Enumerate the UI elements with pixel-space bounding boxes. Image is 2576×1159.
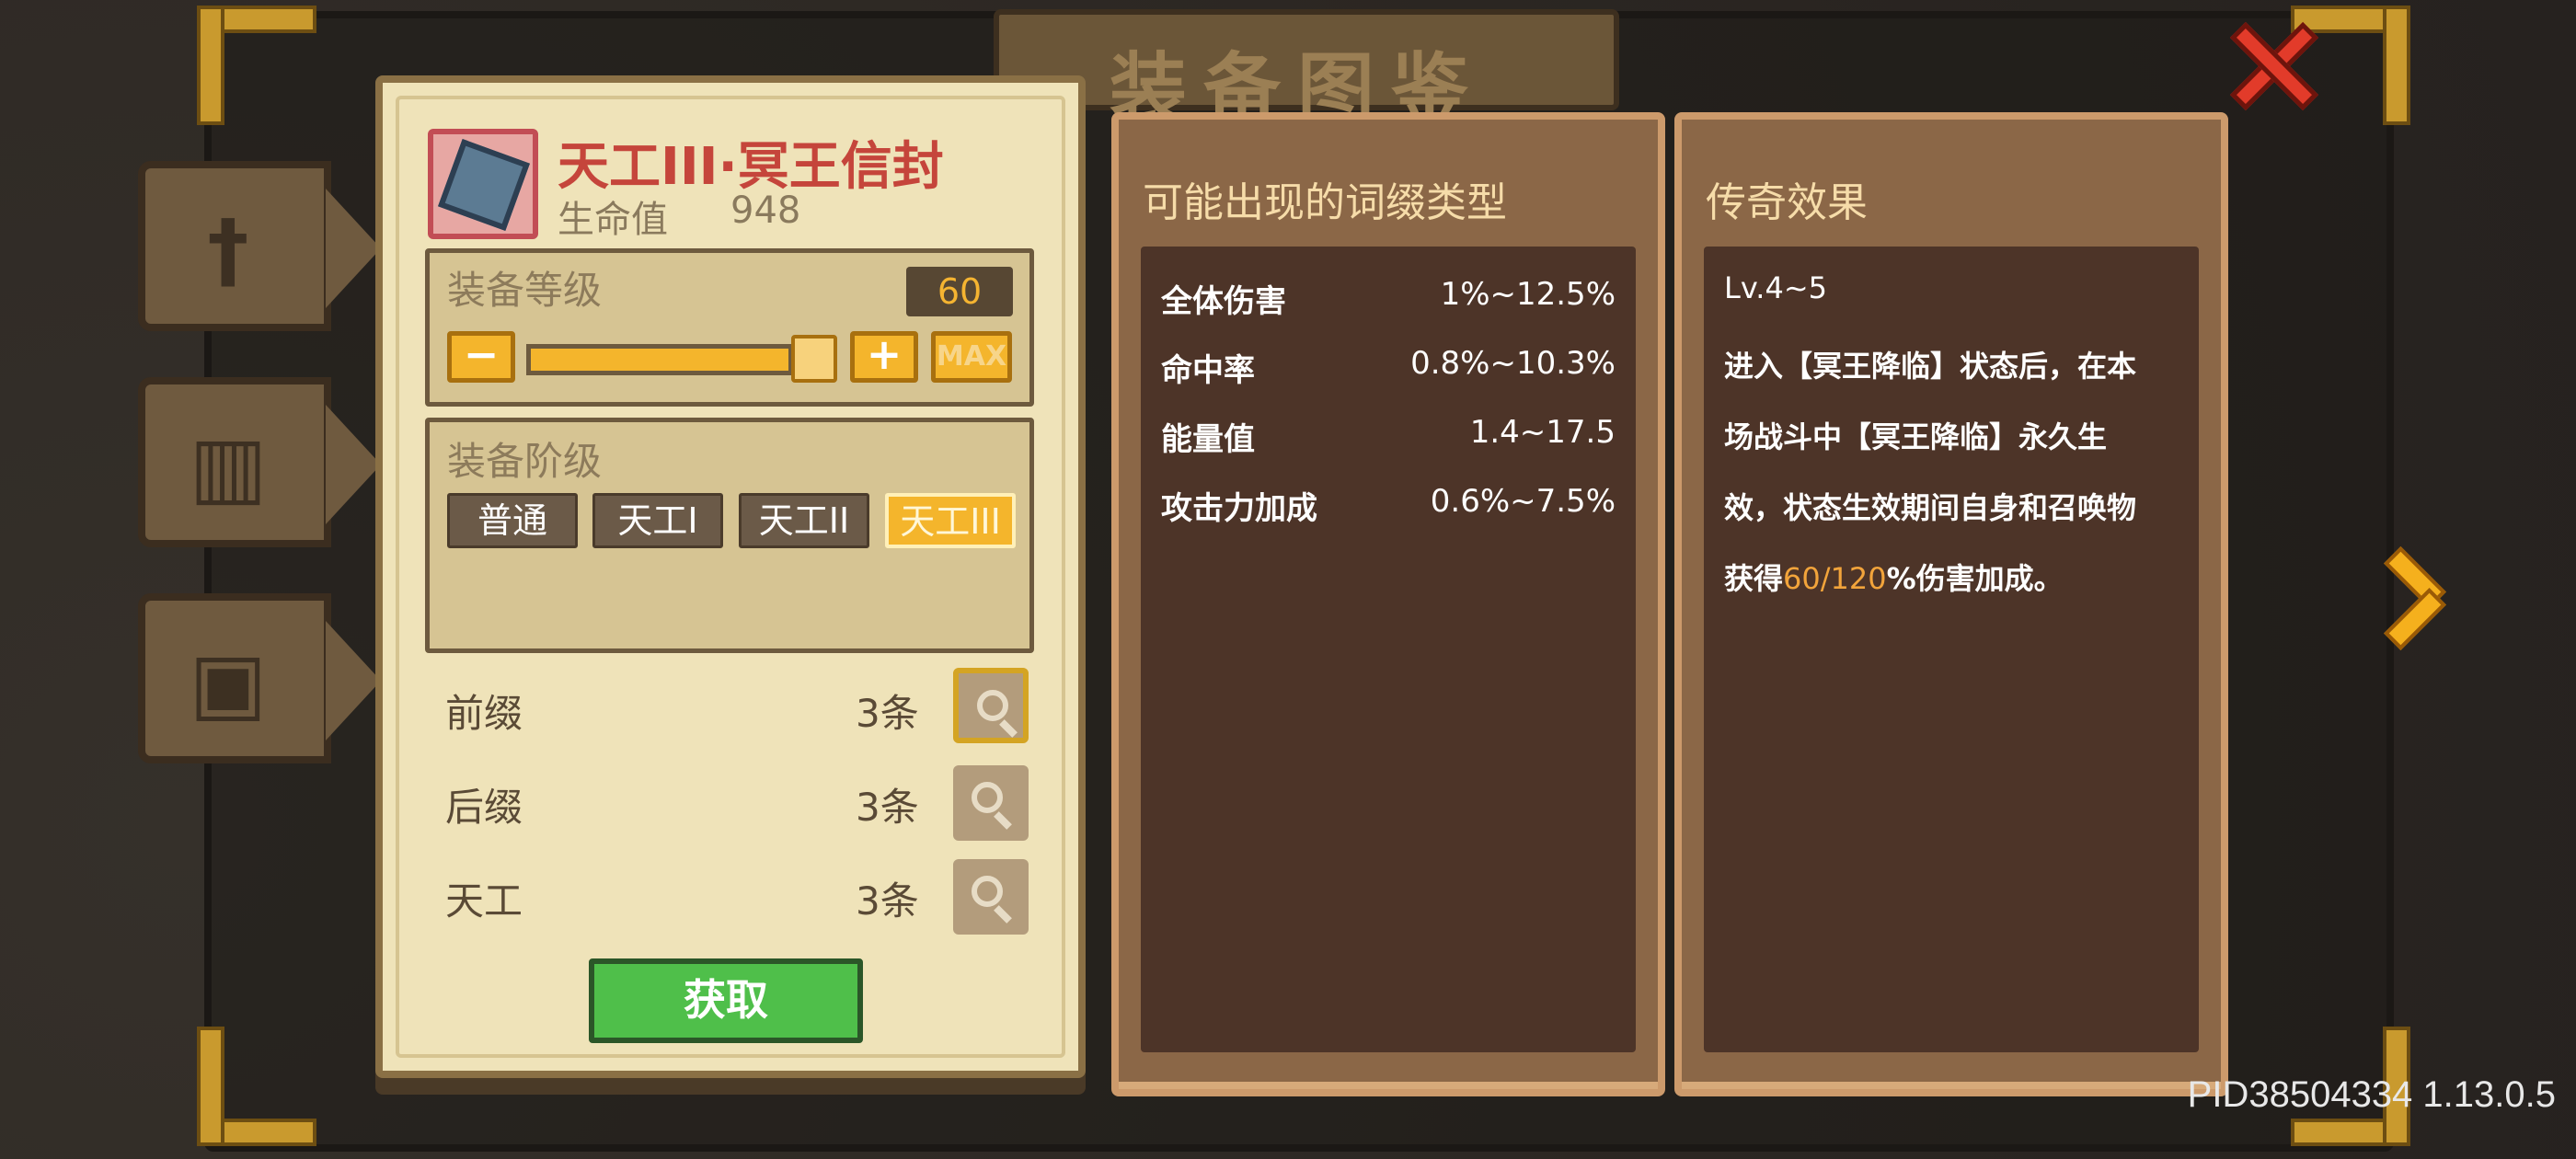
prefix-label: 前缀 (445, 691, 523, 736)
legendary-text-end: %伤害加成。 (1886, 561, 2064, 596)
level-label: 装备等级 (447, 268, 603, 313)
list-item: 命中率 0.8%~10.3% (1161, 345, 1616, 400)
corner-ornament-top-left (197, 6, 316, 125)
level-slider-handle[interactable] (791, 335, 837, 383)
tab-accessories[interactable]: ▣ (138, 593, 381, 763)
level-decrease-button[interactable]: − (447, 331, 515, 383)
tab-equipment[interactable]: ▥ (138, 377, 381, 547)
level-slider[interactable] (526, 344, 793, 375)
tiangong-label: 天工 (445, 878, 523, 924)
tiangong-view-button[interactable] (953, 859, 1029, 935)
affix-range: 1%~12.5% (1440, 276, 1616, 313)
level-increase-button[interactable]: + (850, 331, 918, 383)
affix-panel-title: 可能出现的词缀类型 (1143, 179, 1507, 226)
sword-icon: † (207, 202, 249, 299)
item-icon (428, 129, 538, 239)
stat-label: 生命值 (558, 199, 668, 241)
suffix-count: 3条 (856, 785, 919, 830)
envelope-icon (438, 139, 530, 231)
prefix-view-button[interactable] (953, 668, 1029, 743)
item-name: 天工III·冥王信封 (558, 137, 944, 197)
affix-types-panel: 可能出现的词缀类型 全体伤害 1%~12.5% 命中率 0.8%~10.3% 能… (1111, 112, 1665, 1096)
legendary-level-range: Lv.4~5 (1724, 270, 1827, 305)
magnifier-icon (972, 782, 1003, 813)
affix-range: 0.8%~10.3% (1410, 345, 1616, 382)
tiangong-count: 3条 (856, 878, 919, 924)
suffix-label: 后缀 (445, 785, 523, 830)
affix-name: 命中率 (1161, 352, 1255, 389)
next-page-button[interactable] (2374, 534, 2456, 653)
obtain-button[interactable]: 获取 (589, 958, 863, 1043)
tab-weapons[interactable]: † (138, 161, 381, 331)
affix-range: 0.6%~7.5% (1430, 483, 1616, 520)
tier-option-3[interactable]: 天工III (885, 493, 1016, 548)
list-item: 能量值 1.4~17.5 (1161, 414, 1616, 469)
legendary-panel-title: 传奇效果 (1706, 179, 1868, 226)
legendary-effect-panel: 传奇效果 Lv.4~5 进入【冥王降临】状态后，在本场战斗中【冥王降临】永久生效… (1674, 112, 2228, 1096)
prefix-count: 3条 (856, 691, 919, 736)
tier-option-1[interactable]: 天工I (592, 493, 723, 548)
legendary-description: 进入【冥王降临】状态后，在本场战斗中【冥王降临】永久生效，状态生效期间自身和召唤… (1724, 331, 2156, 614)
tier-option-2[interactable]: 天工II (739, 493, 869, 548)
suffix-view-button[interactable] (953, 765, 1029, 841)
version-label: PID38504334 1.13.0.5 (2187, 1074, 2556, 1115)
magnifier-icon (977, 690, 1008, 721)
level-max-button[interactable]: MAX (931, 331, 1012, 383)
tier-option-normal[interactable]: 普通 (447, 493, 578, 548)
armor-icon: ▥ (189, 419, 268, 515)
magnifier-icon (972, 876, 1003, 907)
affix-range: 1.4~17.5 (1469, 414, 1616, 451)
affix-list: 全体伤害 1%~12.5% 命中率 0.8%~10.3% 能量值 1.4~17.… (1141, 247, 1636, 1052)
affix-name: 攻击力加成 (1161, 490, 1317, 527)
affix-name: 能量值 (1161, 421, 1255, 458)
legendary-text: 进入【冥王降临】状态后，在本场战斗中【冥王降临】永久生效，状态生效期间自身和召唤… (1724, 349, 2137, 596)
list-item: 攻击力加成 0.6%~7.5% (1161, 483, 1616, 538)
close-button[interactable] (2226, 20, 2319, 112)
level-value: 60 (906, 267, 1013, 316)
legendary-body: Lv.4~5 进入【冥王降临】状态后，在本场战斗中【冥王降临】永久生效，状态生效… (1704, 247, 2199, 1052)
stat-value: 948 (730, 189, 801, 232)
tier-label: 装备阶级 (447, 439, 603, 484)
page-title-banner: 装备图鉴 (994, 9, 1619, 134)
grid-icon: ▣ (189, 635, 268, 731)
corner-ornament-bottom-left (197, 1027, 316, 1146)
list-item: 全体伤害 1%~12.5% (1161, 276, 1616, 331)
affix-name: 全体伤害 (1161, 283, 1286, 320)
legendary-highlight-value: 60/120 (1783, 561, 1887, 596)
